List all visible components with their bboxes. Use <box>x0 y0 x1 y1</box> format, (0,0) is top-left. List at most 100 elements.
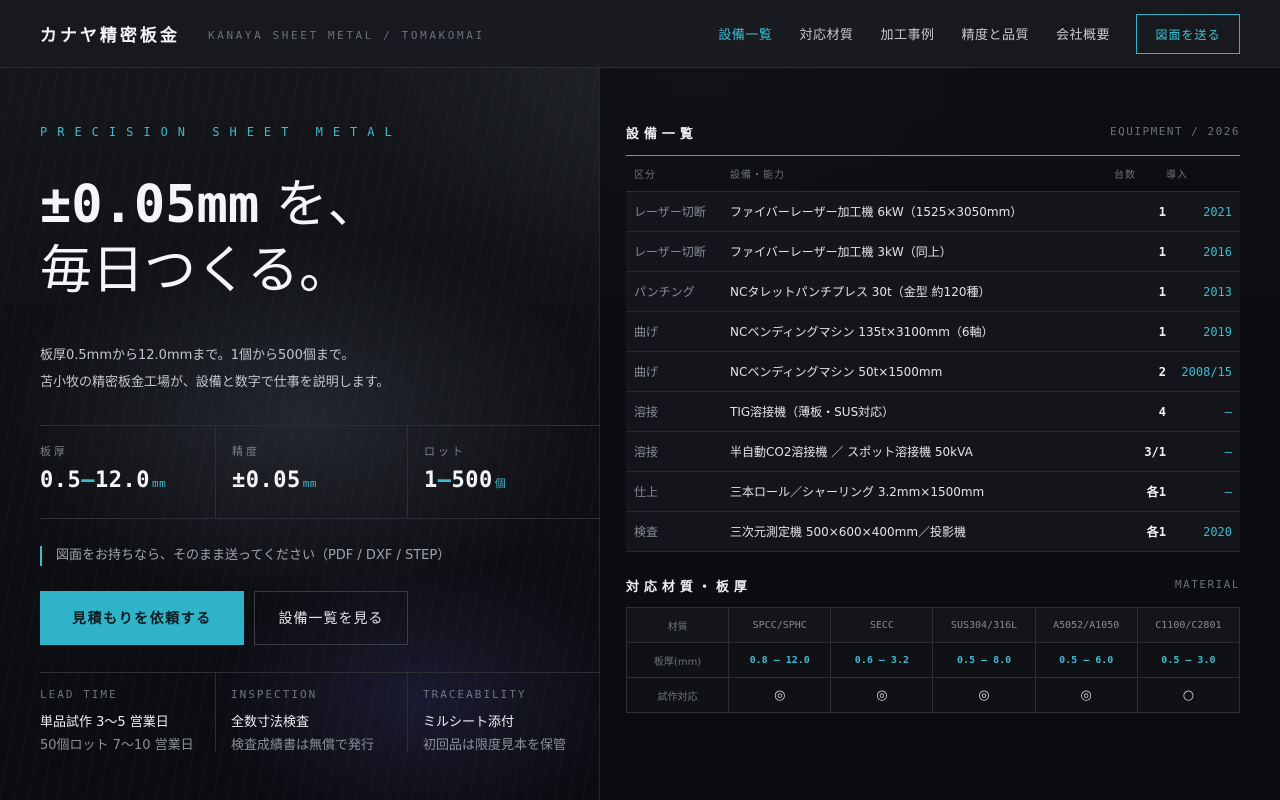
prototype-mark: ○ <box>1136 677 1241 713</box>
materials-title: 対応材質・板厚 <box>626 580 753 595</box>
send-drawing-button[interactable]: 図面を送る <box>1136 14 1240 54</box>
site-logo[interactable]: カナヤ精密板金 <box>40 21 180 46</box>
table-row: パンチング NCタレットパンチプレス 30t（金型 約120種） 1 2013 <box>626 271 1240 312</box>
cell-year: 2013 <box>1166 271 1240 312</box>
table-row: 曲げ NCベンディングマシン 50t×1500mm 2 2008/15 <box>626 351 1240 392</box>
materials-prototype-row: 試作対応 ◎ ◎ ◎ ◎ ○ <box>625 677 1241 713</box>
feature-main: 全数寸法検査 <box>231 715 310 730</box>
stat-label: 精度 <box>232 445 260 458</box>
cell-count: 各1 <box>1114 471 1166 512</box>
nav-cases[interactable]: 加工事例 <box>880 24 934 43</box>
prototype-mark: ◎ <box>728 677 832 713</box>
nav-equipment[interactable]: 設備一覧 <box>718 24 772 43</box>
cell-year: — <box>1166 431 1240 472</box>
site-logo-subtitle: KANAYA SHEET METAL / TOMAKOMAI <box>208 29 485 42</box>
stat-value: 0.5—12.0 mm <box>40 468 167 493</box>
cell-spec: ファイバーレーザー加工機 3kW（同上） <box>722 231 1114 272</box>
drawing-note: 図面をお持ちなら、そのまま送ってください（PDF / DXF / STEP） <box>40 546 450 566</box>
col-material-name: SPCC/SPHC <box>728 607 832 643</box>
headline-line-2: 毎日つくる。 <box>40 241 351 301</box>
cell-year: 2016 <box>1166 231 1240 272</box>
hero-lead: 板厚0.5mmから12.0mmまで。1個から500個まで。 苫小牧の精密板金工場… <box>40 342 389 396</box>
equipment-table: 区分 設備・能力 台数 導入 レーザー切断 ファイバーレーザー加工機 6kW（15… <box>626 155 1240 552</box>
materials-table: 材質 SPCC/SPHC SECC SUS304/316L A5052/A105… <box>625 607 1241 713</box>
cell-count: 2 <box>1114 351 1166 392</box>
request-quote-button[interactable]: 見積もりを依頼する <box>40 591 244 645</box>
feature-label: LEAD TIME <box>40 688 118 701</box>
hero-eyebrow: PRECISION SHEET METAL <box>40 125 402 139</box>
cell-spec: TIG溶接機（薄板・SUS対応） <box>722 391 1114 432</box>
table-row: 仕上 三本ロール／シャーリング 3.2mm×1500mm 各1— <box>626 471 1240 512</box>
cell-category: 仕上 <box>626 471 722 512</box>
nav-company[interactable]: 会社概要 <box>1056 24 1110 43</box>
stat-value: 1—500 個 <box>424 468 507 493</box>
col-material: 材質 <box>625 607 730 643</box>
cell-year: 2021 <box>1166 191 1240 232</box>
cell-category: 溶接 <box>626 391 722 432</box>
nav-materials[interactable]: 対応材質 <box>799 24 853 43</box>
cell-category: レーザー切断 <box>626 231 722 272</box>
cell-category: 溶接 <box>626 431 722 472</box>
prototype-mark: ◎ <box>932 677 1036 713</box>
materials-header-row: 材質 SPCC/SPHC SECC SUS304/316L A5052/A105… <box>625 607 1241 643</box>
cell-count: 各1 <box>1114 511 1166 552</box>
feature-traceability: TRACEABILITY ミルシート添付 初回品は限度見本を保管 <box>408 673 600 753</box>
cell-year: 2019 <box>1166 311 1240 352</box>
cell-year: — <box>1166 391 1240 432</box>
feature-label: TRACEABILITY <box>423 688 527 701</box>
stat-accuracy: 精度 ±0.05 mm <box>216 426 408 518</box>
materials-thickness-row: 板厚(mm) 0.8 — 12.0 0.6 — 3.2 0.5 — 8.0 0.… <box>625 642 1241 678</box>
cell-count: 1 <box>1114 191 1166 232</box>
feature-main: 単品試作 3〜5 営業日 <box>40 715 169 730</box>
lead-line-1: 板厚0.5mmから12.0mmまで。1個から500個まで。 <box>40 348 355 363</box>
hero-headline: ±0.05mm を、 毎日つくる。 <box>40 172 380 304</box>
prototype-mark: ◎ <box>830 677 934 713</box>
cell-spec: ファイバーレーザー加工機 6kW（1525×3050mm） <box>722 191 1114 232</box>
cell-spec: 三本ロール／シャーリング 3.2mm×1500mm <box>722 471 1114 512</box>
feature-sub: 検査成績書は無償で発行 <box>231 738 375 753</box>
table-header-row: 区分 設備・能力 台数 導入 <box>626 155 1240 192</box>
stat-lot: ロット 1—500 個 <box>408 426 600 518</box>
col-spec: 設備・能力 <box>722 155 1114 192</box>
spec-stats: 板厚 0.5—12.0 mm 精度 ±0.05 mm ロット 1—500 個 <box>40 425 600 519</box>
cell-count: 1 <box>1114 271 1166 312</box>
cell-count: 1 <box>1114 311 1166 352</box>
view-equipment-button[interactable]: 設備一覧を見る <box>254 591 408 645</box>
headline-line-1: を、 <box>259 175 380 235</box>
cell-count: 1 <box>1114 231 1166 272</box>
feature-inspection: INSPECTION 全数寸法検査 検査成績書は無償で発行 <box>216 673 408 753</box>
thickness-cell: 0.5 — 3.0 <box>1136 642 1241 678</box>
table-row: 溶接 TIG溶接機（薄板・SUS対応） 4— <box>626 391 1240 432</box>
table-row: レーザー切断 ファイバーレーザー加工機 6kW（1525×3050mm） 1 2021 <box>626 191 1240 232</box>
cell-category: 検査 <box>626 511 722 552</box>
cell-category: 曲げ <box>626 311 722 352</box>
col-category: 区分 <box>626 155 722 192</box>
row-label-thickness: 板厚(mm) <box>625 642 730 678</box>
feature-main: ミルシート添付 <box>423 715 515 730</box>
stat-thickness: 板厚 0.5—12.0 mm <box>40 426 216 518</box>
prototype-mark: ◎ <box>1034 677 1138 713</box>
feature-sub: 初回品は限度見本を保管 <box>423 738 567 753</box>
cell-category: 曲げ <box>626 351 722 392</box>
materials-tag: MATERIAL <box>1175 578 1240 591</box>
nav-quality[interactable]: 精度と品質 <box>961 24 1029 43</box>
cell-spec: NCタレットパンチプレス 30t（金型 約120種） <box>722 271 1114 312</box>
thickness-cell: 0.6 — 3.2 <box>830 642 934 678</box>
cell-spec: 半自動CO2溶接機 ／ スポット溶接機 50kVA <box>722 431 1114 472</box>
cell-count: 3/1 <box>1114 431 1166 472</box>
col-material-name: C1100/C2801 <box>1136 607 1241 643</box>
equipment-title: 設備一覧 <box>626 127 699 142</box>
site-header: カナヤ精密板金 KANAYA SHEET METAL / TOMAKOMAI 設… <box>0 0 1280 68</box>
equipment-tag: EQUIPMENT / 2026 <box>1110 125 1240 138</box>
col-material-name: A5052/A1050 <box>1034 607 1138 643</box>
stat-label: 板厚 <box>40 445 68 458</box>
cell-year: 2008/15 <box>1166 351 1240 392</box>
cell-category: パンチング <box>626 271 722 312</box>
cell-year: — <box>1166 471 1240 512</box>
row-label-prototype: 試作対応 <box>625 677 730 713</box>
cell-category: レーザー切断 <box>626 191 722 232</box>
col-count: 台数 <box>1114 155 1166 192</box>
lead-line-2: 苫小牧の精密板金工場が、設備と数字で仕事を説明します。 <box>40 375 390 390</box>
table-row: レーザー切断 ファイバーレーザー加工機 3kW（同上） 1 2016 <box>626 231 1240 272</box>
feature-lead-time: LEAD TIME 単品試作 3〜5 営業日 50個ロット 7〜10 営業日 <box>40 673 216 753</box>
